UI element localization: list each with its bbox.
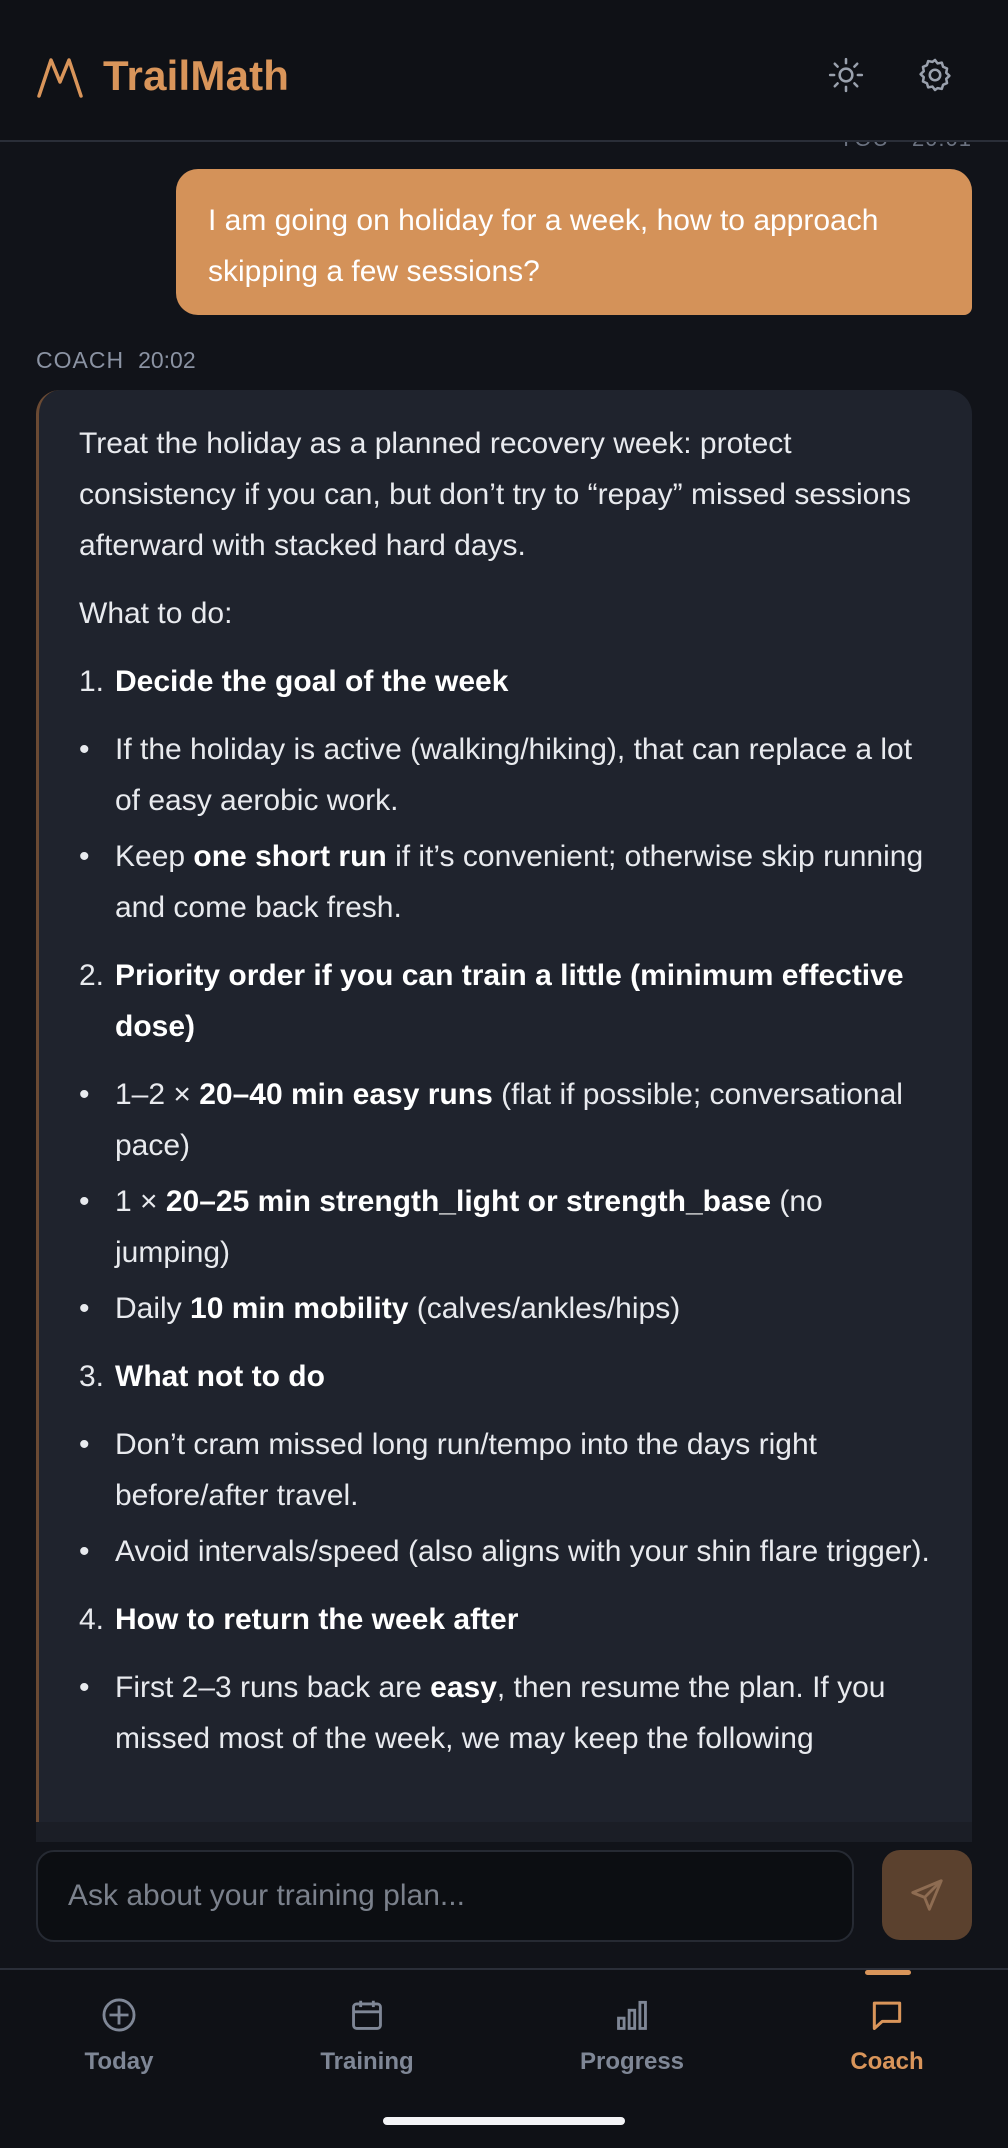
bullet-item: • If the holiday is active (walking/hikin… — [79, 724, 936, 826]
section-number: 1. — [79, 665, 105, 698]
nav-label: Coach — [850, 2048, 924, 2075]
bullet-dot: • — [79, 1428, 90, 1461]
nav-label: Training — [320, 2048, 414, 2075]
compass-icon — [102, 1998, 136, 2032]
coach-section-heading: 2. Priority order if you can train a litt… — [79, 950, 936, 1052]
bullet-item: • Don’t cram missed long run/tempo into t… — [79, 1419, 936, 1521]
bullet-text-bold: easy — [430, 1671, 497, 1704]
bullet-dot: • — [79, 1185, 90, 1218]
bullet-list: • If the holiday is active (walking/hikin… — [79, 724, 936, 933]
bullet-text: If the holiday is active (walking/hiking… — [115, 724, 936, 826]
gear-icon — [919, 58, 951, 92]
bar-chart-icon — [617, 2000, 647, 2030]
coach-message-time: 20:02 — [138, 347, 196, 373]
bullet-item: • 1 × 20–25 min strength_light or strengt… — [79, 1176, 936, 1278]
bullet-text: 1–2 × 20–40 min easy runs (flat if possi… — [115, 1069, 936, 1171]
send-button[interactable] — [882, 1850, 972, 1940]
app-title: TrailMath — [103, 52, 290, 99]
bullet-text: Daily 10 min mobility (calves/ankles/hip… — [115, 1283, 936, 1334]
coach-message-meta: COACH 20:02 — [36, 347, 196, 374]
home-indicator — [383, 2117, 625, 2125]
section-number: 2. — [79, 959, 105, 992]
bullet-text-pre: Don’t cram missed long run/tempo into th… — [115, 1428, 817, 1512]
bullet-text-post: (calves/ankles/hips) — [408, 1292, 681, 1325]
composer: Ask about your training plan... — [36, 1822, 972, 1968]
coach-intro: Treat the holiday as a planned recovery … — [79, 427, 912, 562]
bullet-dot: • — [79, 1671, 90, 1704]
nav-tab-progress[interactable]: Progress — [532, 1996, 732, 2076]
section-title: What not to do — [115, 1360, 325, 1393]
user-message-meta: YOU · 20:01 — [839, 142, 972, 152]
nav-tab-coach[interactable]: Coach — [787, 1996, 987, 2076]
bullet-text-bold: 10 min mobility — [190, 1292, 409, 1325]
bullet-dot: • — [79, 1535, 90, 1568]
bullet-text-pre: First 2–3 runs back are — [115, 1671, 431, 1704]
settings-button[interactable] — [915, 55, 955, 95]
user-message-bubble: I am going on holiday for a week, how to… — [176, 169, 972, 315]
theme-toggle-button[interactable] — [826, 55, 866, 95]
nav-label: Progress — [579, 2048, 685, 2075]
nav-tab-today[interactable]: Today — [19, 1996, 219, 2076]
coach-section-heading: 1. Decide the goal of the week — [79, 656, 936, 707]
bullet-text-bold: 20–25 min strength_light or strength_bas… — [165, 1185, 772, 1218]
bullet-list: • First 2–3 runs back are easy, then resu… — [79, 1662, 936, 1764]
section-title: Priority order if you can train a little… — [115, 959, 904, 1043]
section-title: How to return the week after — [115, 1603, 519, 1636]
bullet-dot: • — [79, 1078, 90, 1111]
message-input[interactable]: Ask about your training plan... — [36, 1850, 854, 1942]
message-input-placeholder: Ask about your training plan... — [68, 1879, 465, 1912]
sun-icon — [828, 57, 864, 93]
bullet-dot: • — [79, 1292, 90, 1325]
bullet-item: • Keep one short run if it’s convenient; … — [79, 831, 936, 933]
bullet-text-bold: one short run — [193, 840, 387, 873]
bullet-dot: • — [79, 840, 90, 873]
coach-sections: 1. Decide the goal of the week • If the hol… — [79, 656, 936, 1764]
coach-section-heading: 4. How to return the week after — [79, 1594, 936, 1645]
active-tab-indicator — [865, 1970, 911, 1975]
chat-icon — [872, 2001, 902, 2030]
bullet-text-pre: Daily — [115, 1292, 191, 1325]
bullet-text: 1 × 20–25 min strength_light or strength… — [115, 1176, 936, 1278]
bullet-text: First 2–3 runs back are easy, then resum… — [115, 1662, 936, 1764]
bullet-text-pre: Avoid intervals/speed (also aligns with … — [115, 1535, 930, 1568]
coach-section-heading: 3. What not to do — [79, 1351, 936, 1402]
bullet-item: • 1–2 × 20–40 min easy runs (flat if poss… — [79, 1069, 936, 1171]
bullet-dot: • — [79, 733, 90, 766]
bullet-list: • Don’t cram missed long run/tempo into t… — [79, 1419, 936, 1577]
nav-tab-training[interactable]: Training — [267, 1996, 467, 2076]
bullet-text: Keep one short run if it’s convenient; o… — [115, 831, 936, 933]
coach-message-bubble: Treat the holiday as a planned recovery … — [36, 390, 972, 1822]
bullet-text-pre: If the holiday is active (walking/hiking… — [115, 733, 913, 817]
section-title: Decide the goal of the week — [115, 665, 509, 698]
bullet-text-pre: 1 × — [115, 1185, 166, 1218]
app-header: TrailMath — [0, 0, 1008, 142]
bullet-item: • Avoid intervals/speed (also aligns with… — [79, 1526, 936, 1577]
calendar-icon — [352, 2000, 382, 2030]
bullet-text-pre: 1–2 × — [115, 1078, 200, 1111]
bullet-text: Avoid intervals/speed (also aligns with … — [115, 1526, 936, 1577]
mountain-logo-icon — [37, 58, 83, 98]
coach-sender-label: COACH — [36, 347, 125, 373]
chat-thread[interactable]: YOU · 20:01 I am going on holiday for a … — [0, 142, 1008, 1822]
bullet-text: Don’t cram missed long run/tempo into th… — [115, 1419, 936, 1521]
section-number: 4. — [79, 1603, 105, 1636]
bullet-text-bold: 20–40 min easy runs — [199, 1078, 493, 1111]
send-icon — [911, 1879, 943, 1911]
bullet-list: • 1–2 × 20–40 min easy runs (flat if poss… — [79, 1069, 936, 1334]
bullet-item: • Daily 10 min mobility (calves/ankles/hi… — [79, 1283, 936, 1334]
section-number: 3. — [79, 1360, 105, 1393]
coach-what-to-do: What to do: — [79, 597, 233, 630]
bullet-item: • First 2–3 runs back are easy, then resu… — [79, 1662, 936, 1764]
nav-label: Today — [84, 2048, 154, 2075]
bullet-text-pre: Keep — [115, 840, 194, 873]
